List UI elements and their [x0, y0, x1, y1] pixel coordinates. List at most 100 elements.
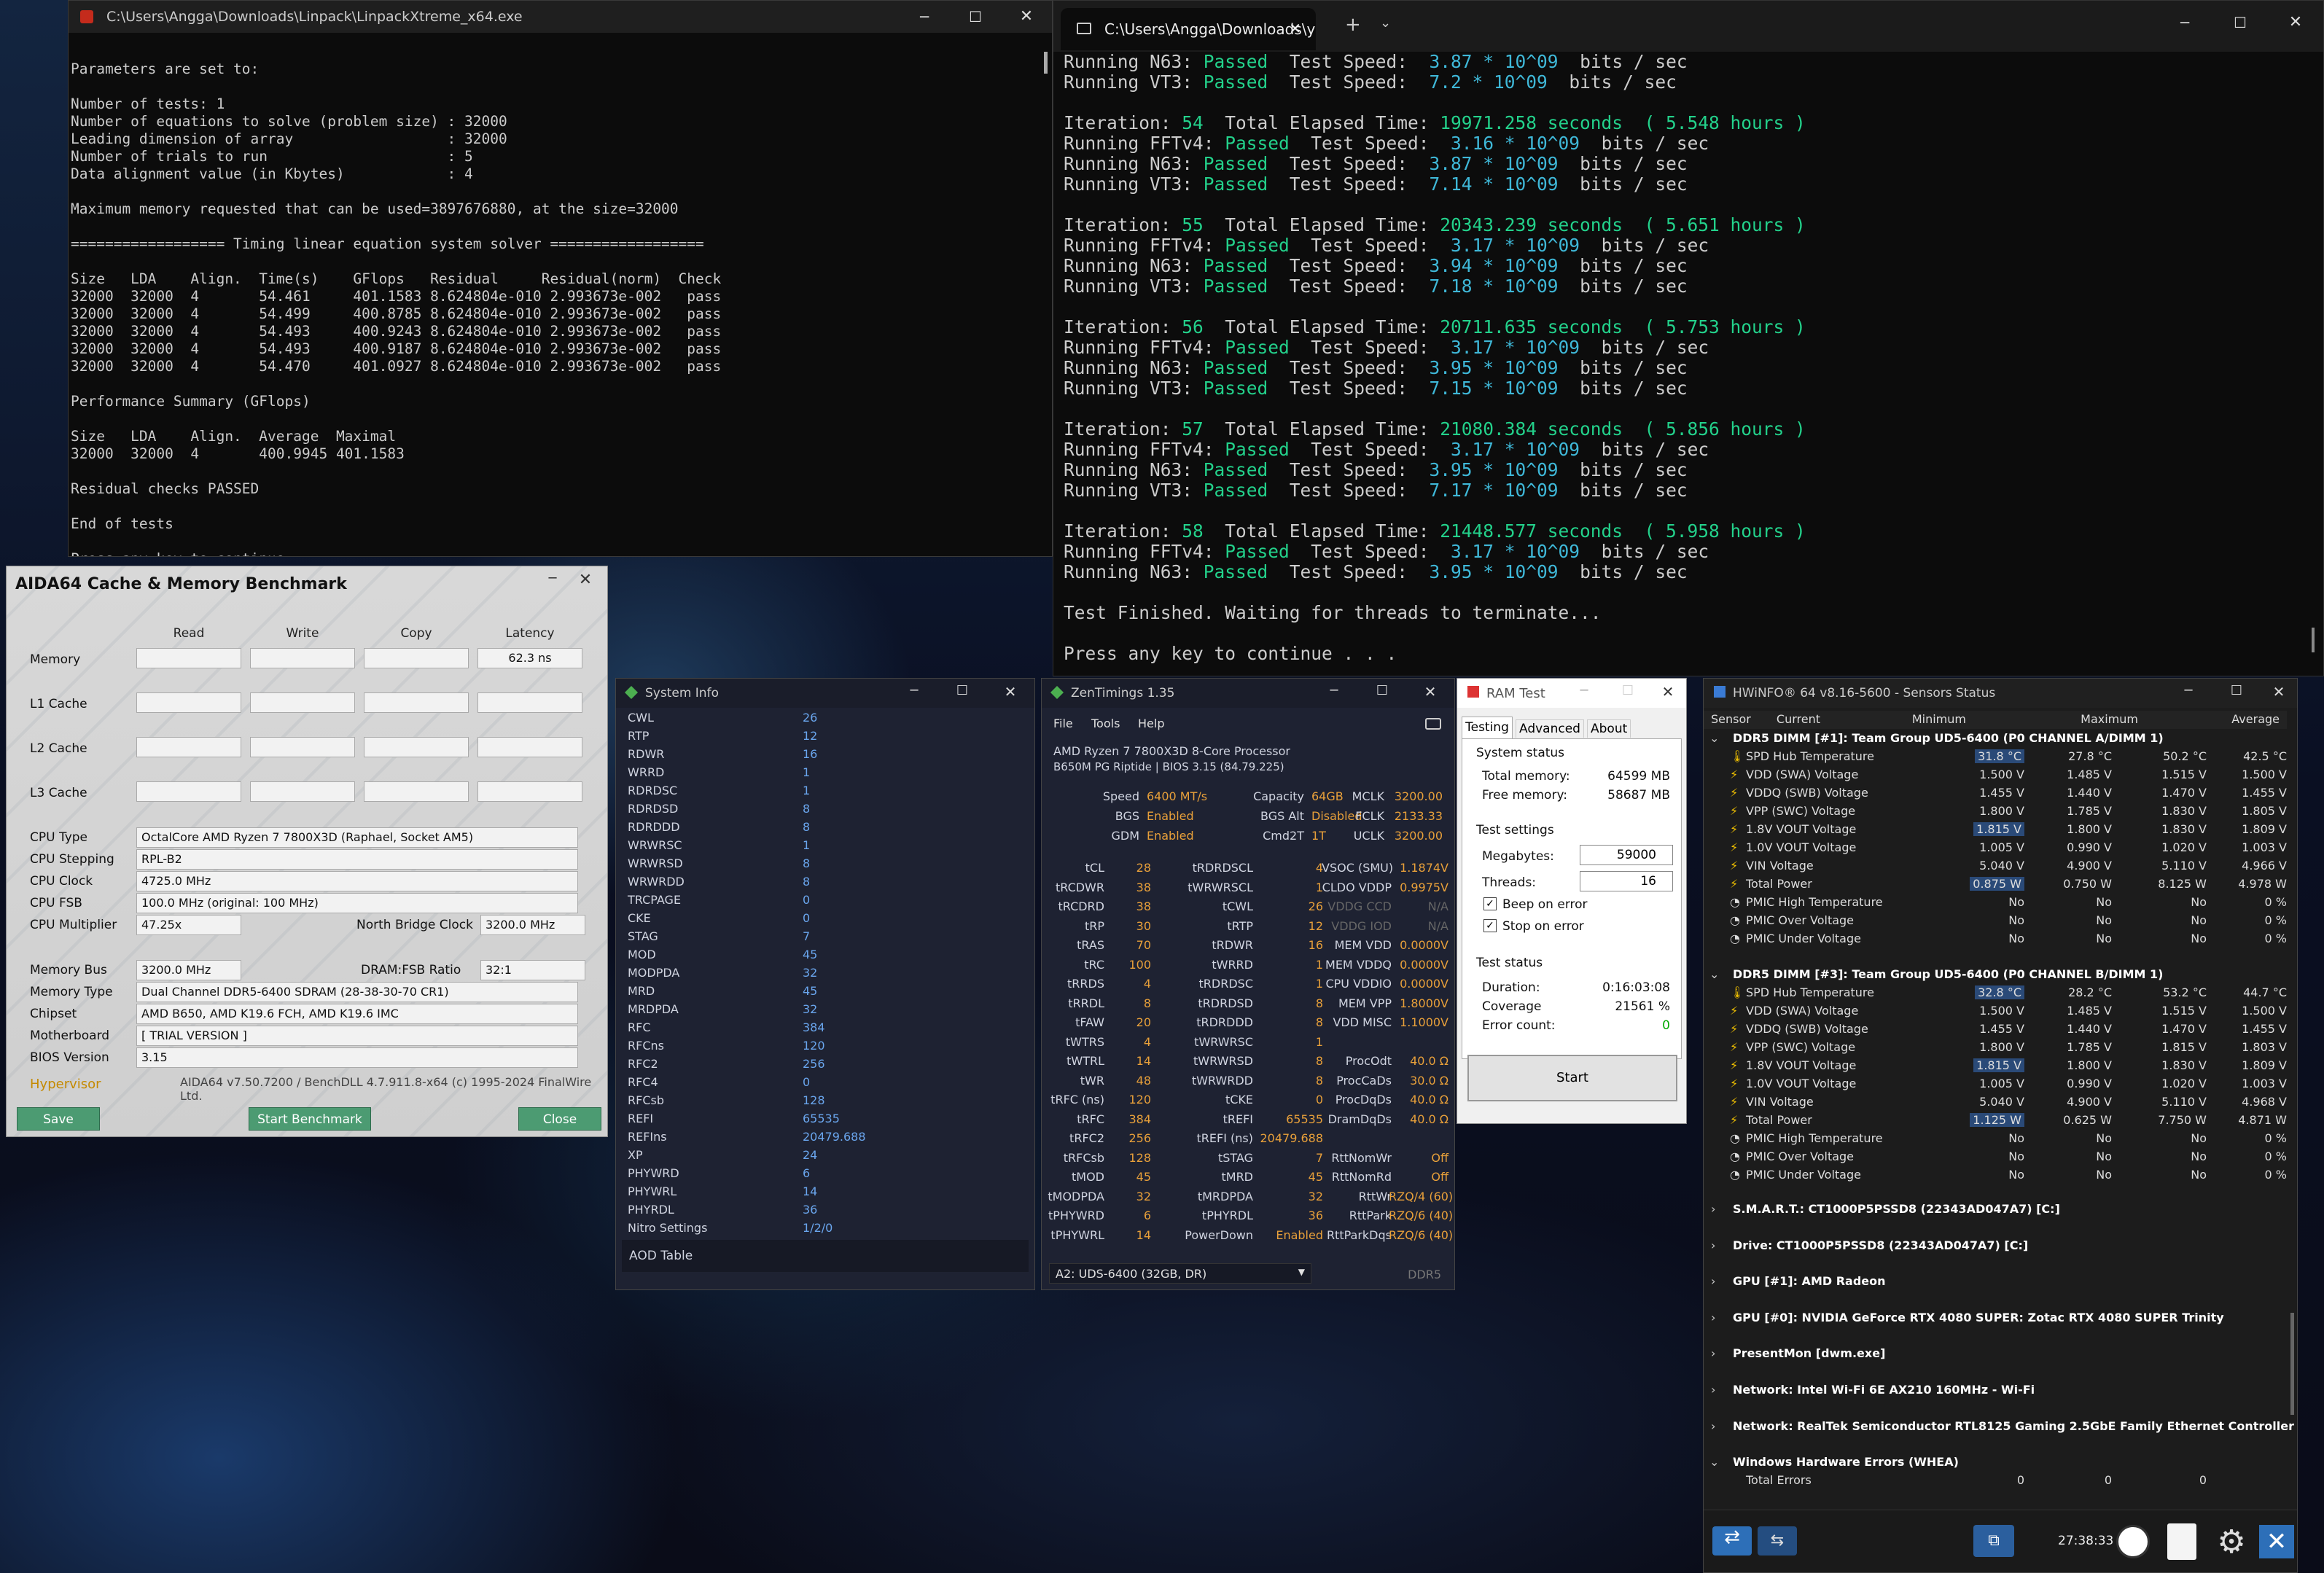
minimize-button[interactable]: ─ [1562, 683, 1606, 700]
menu-help[interactable]: Help [1138, 717, 1164, 730]
aida64-benchmark-window[interactable]: AIDA64 Cache & Memory Benchmark ─ ✕ Read… [6, 566, 608, 1137]
sensor-group-row[interactable]: ⌄ DDR5 DIMM [#1]: Team Group UD5-6400 (P0… [1704, 730, 2287, 748]
ramtest-window[interactable]: RAM Test ─ ☐ ✕ Testing Advanced About Sy… [1457, 678, 1687, 1124]
close-button[interactable]: ✕ [571, 571, 600, 589]
close-dialog-button[interactable]: Close [518, 1107, 601, 1131]
maximize-button[interactable]: ☐ [950, 1, 1001, 33]
zen-value: RZQ/4 (60) [1389, 1189, 1454, 1203]
column-header[interactable]: Current [1777, 712, 1820, 726]
close-sensors-icon[interactable]: ✕ [2259, 1525, 2294, 1558]
stop-checkbox[interactable]: ✓ [1483, 919, 1497, 932]
timing-value: 16 [803, 747, 818, 761]
maximize-button[interactable]: ☐ [1606, 683, 1650, 700]
sensor-name: Total Errors [1746, 1473, 1812, 1488]
minimize-button[interactable]: ─ [899, 1, 950, 33]
arrow-left-right-icon[interactable]: ⇄ [1712, 1526, 1752, 1556]
hwinfo-sensors-window[interactable]: HWiNFO® 64 v8.16-5600 - Sensors Status ─… [1703, 678, 2298, 1573]
report-icon[interactable] [2167, 1523, 2196, 1560]
maximize-button[interactable]: ☐ [938, 683, 986, 700]
column-header[interactable]: Maximum [2081, 712, 2138, 726]
chevron-down-icon[interactable]: ⌄ [1709, 967, 1719, 981]
sensor-group-row[interactable]: › GPU [#0]: NVIDIA GeForce RTX 4080 SUPER… [1704, 1309, 2287, 1327]
linpack-console-window[interactable]: C:\Users\Angga\Downloads\Linpack\Linpack… [68, 0, 1053, 557]
save-button[interactable]: Save [17, 1107, 100, 1131]
start-benchmark-button[interactable]: Start Benchmark [249, 1107, 371, 1131]
close-button[interactable]: ✕ [2268, 1, 2323, 44]
threads-input[interactable]: 16 [1580, 871, 1673, 891]
info-label: Chipset [30, 1007, 77, 1021]
minimize-button[interactable]: ─ [890, 683, 938, 700]
sensor-group-row[interactable]: › Drive: CT1000P5PSSD8 (22343AD047A7) [C:… [1704, 1237, 2287, 1255]
clock-icon[interactable] [2116, 1525, 2150, 1558]
chevron-right-icon[interactable]: › [1711, 1383, 1715, 1397]
column-header[interactable]: Average [2231, 712, 2280, 726]
sensor-group-row[interactable]: › Network: RealTek Semiconductor RTL8125 … [1704, 1418, 2297, 1436]
minimize-button[interactable]: ─ [2157, 1, 2212, 44]
terminal-window[interactable]: C:\Users\Angga\Downloads\y ✕ + ⌄ ─ ☐ ✕ R… [1053, 0, 2324, 676]
close-button[interactable]: ✕ [1406, 683, 1454, 700]
minimize-button[interactable]: ─ [534, 571, 571, 589]
close-button[interactable]: ✕ [986, 683, 1034, 700]
arrow-collapse-icon[interactable]: ⇆ [1758, 1526, 1797, 1556]
terminal-tab[interactable]: C:\Users\Angga\Downloads\y ✕ [1061, 8, 1316, 50]
minimize-button[interactable]: ─ [1310, 683, 1358, 700]
minimize-button[interactable]: ─ [2164, 683, 2212, 700]
sensor-group-row[interactable]: › Network: Intel Wi-Fi 6E AX210 160MHz - … [1704, 1381, 2287, 1400]
zen-value: 1 [1315, 957, 1323, 972]
zen-value: 3200.00 [1394, 789, 1443, 803]
clock-sensor-icon: ◔ [1730, 1168, 1740, 1182]
network-icon[interactable]: ⧉ [1973, 1525, 2014, 1557]
close-button[interactable]: ✕ [2261, 683, 2297, 700]
beep-checkbox[interactable]: ✓ [1483, 897, 1497, 910]
chevron-right-icon[interactable]: › [1711, 1419, 1715, 1433]
sensor-group-row[interactable]: ⌄ DDR5 DIMM [#3]: Team Group UD5-6400 (P0… [1704, 966, 2287, 984]
maximize-button[interactable]: ☐ [2212, 683, 2261, 700]
sensor-group-row[interactable]: › GPU [#1]: AMD Radeon [1704, 1273, 2287, 1291]
tab-testing[interactable]: Testing [1462, 717, 1513, 738]
sensor-group-row[interactable]: › S.M.A.R.T.: CT1000P5PSSD8 (22343AD047A7… [1704, 1201, 2287, 1219]
sensor-name: Total Power [1746, 877, 1812, 891]
tab-about[interactable]: About [1587, 719, 1631, 738]
chevron-right-icon[interactable]: › [1711, 1346, 1715, 1360]
column-header[interactable]: Sensor [1711, 712, 1751, 726]
tab-advanced[interactable]: Advanced [1516, 719, 1584, 738]
lightning-icon: ⚡ [1730, 768, 1739, 781]
chevron-right-icon[interactable]: › [1711, 1311, 1715, 1324]
zen-label: VDDG IOD [1331, 918, 1392, 933]
zen-label: tREFI (ns) [1196, 1131, 1253, 1145]
sensor-group-row[interactable]: ⌄ Windows Hardware Errors (WHEA) [1704, 1453, 2287, 1472]
system-info-window[interactable]: System Info ─ ☐ ✕ CWL 26 RTP 12 RDWR 16 WRRD 1 R… [615, 678, 1035, 1290]
chevron-down-icon[interactable]: ⌄ [1709, 1455, 1719, 1469]
chevron-down-icon[interactable]: ⌄ [1380, 15, 1391, 31]
close-button[interactable]: ✕ [1001, 1, 1052, 33]
sensor-value: 1.515 V [2161, 768, 2207, 781]
scrollbar[interactable] [2290, 1313, 2294, 1415]
chevron-right-icon[interactable]: › [1711, 1274, 1715, 1288]
sensor-value: 0 % [2264, 932, 2287, 945]
tab-close-icon[interactable]: ✕ [1289, 20, 1301, 37]
scrollbar[interactable] [2312, 628, 2315, 652]
camera-icon[interactable] [1425, 718, 1441, 730]
info-value: 100.0 MHz (original: 100 MHz) [136, 893, 578, 913]
terminal-text: bits / sec [1580, 357, 1688, 378]
scrollbar[interactable] [1044, 52, 1048, 74]
new-tab-button[interactable]: + [1345, 14, 1361, 36]
column-header[interactable]: Minimum [1912, 712, 1966, 726]
chevron-right-icon[interactable]: › [1711, 1238, 1715, 1252]
zentimings-window[interactable]: ZenTimings 1.35 ─ ☐ ✕ File Tools Help AM… [1041, 678, 1455, 1290]
chevron-down-icon[interactable]: ⌄ [1709, 731, 1719, 745]
zen-label: RttNomWr [1331, 1150, 1392, 1165]
start-button[interactable]: Start [1467, 1055, 1677, 1101]
maximize-button[interactable]: ☐ [1358, 683, 1406, 700]
menu-tools[interactable]: Tools [1091, 717, 1120, 730]
close-button[interactable]: ✕ [1650, 683, 1686, 700]
aod-table-bar[interactable]: AOD Table [622, 1240, 1029, 1272]
dimm-select[interactable]: A2: UDS-6400 (32GB, DR) ▼ [1049, 1263, 1311, 1284]
sensor-group-row[interactable]: › PresentMon [dwm.exe] [1704, 1345, 2287, 1363]
maximize-button[interactable]: ☐ [2212, 1, 2268, 44]
chevron-right-icon[interactable]: › [1711, 1202, 1715, 1216]
sensor-name: PMIC Under Voltage [1746, 1168, 1861, 1182]
gear-icon[interactable]: ⚙ [2214, 1525, 2249, 1560]
menu-file[interactable]: File [1053, 717, 1073, 730]
megabytes-input[interactable]: 59000 [1580, 845, 1673, 865]
